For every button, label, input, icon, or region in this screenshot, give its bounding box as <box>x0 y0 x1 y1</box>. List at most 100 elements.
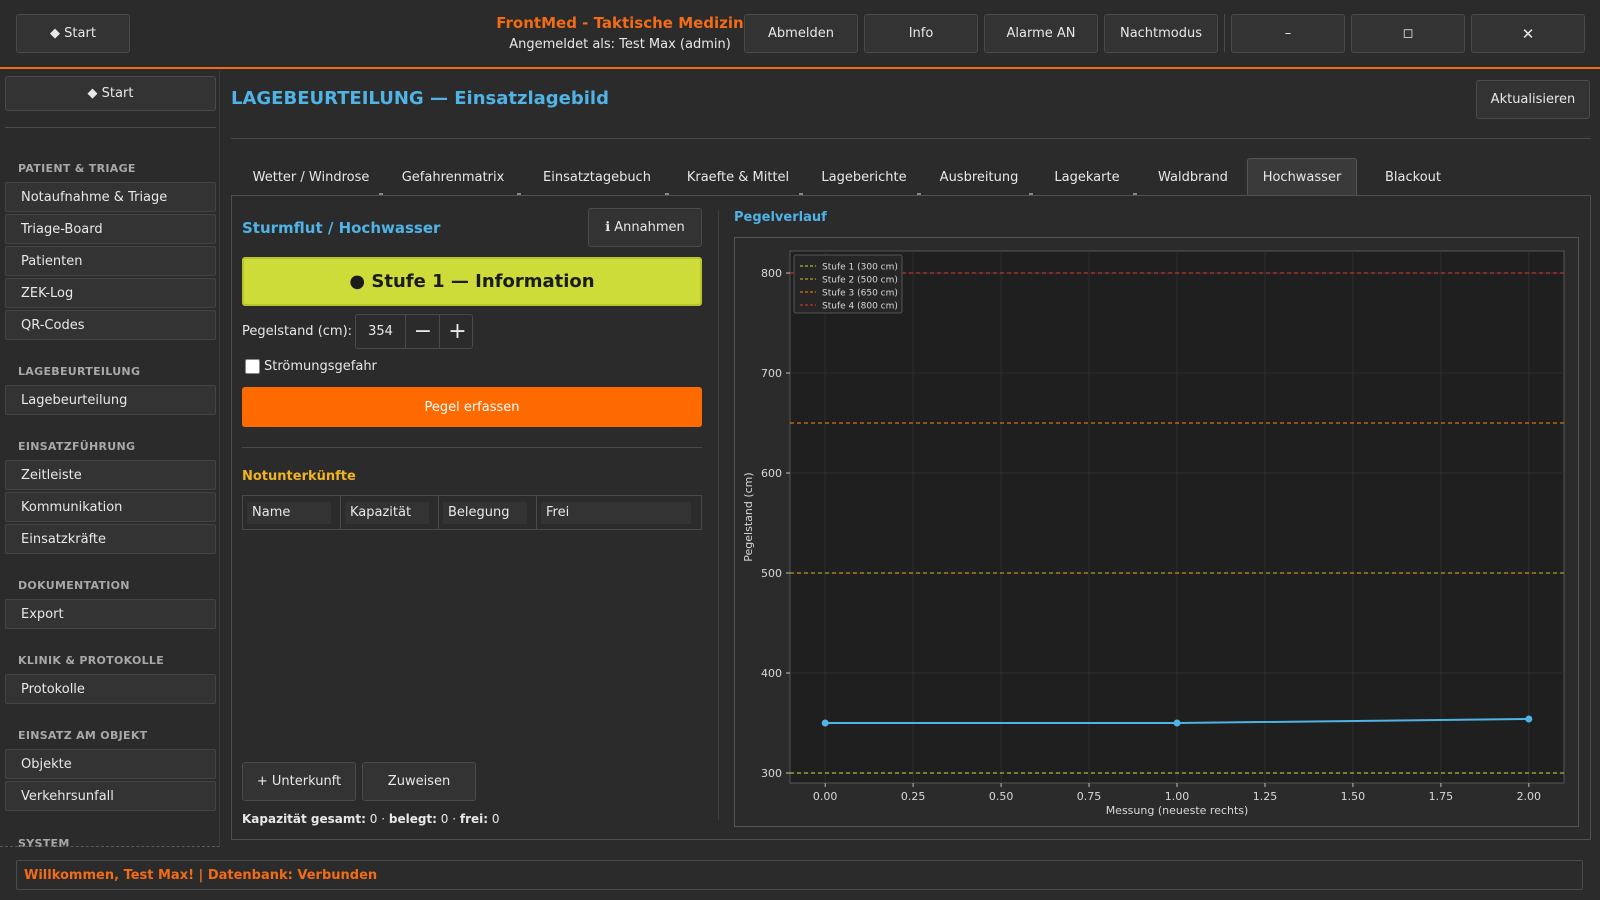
section-title-einsatz-objekt: EINSATZ AM OBJEKT <box>18 729 148 742</box>
tab-label: Lageberichte <box>821 169 907 185</box>
data-point <box>821 719 829 727</box>
tab-wetter[interactable]: Wetter / Windrose <box>241 158 383 196</box>
page-title: LAGEBEURTEILUNG — Einsatzlagebild <box>231 88 609 109</box>
y-axis-label: Pegelstand (cm) <box>742 472 755 561</box>
x-axis-label: Messung (neueste rechts) <box>1106 804 1249 817</box>
sidebar-item-export[interactable]: Export <box>5 599 216 629</box>
y-tick-label: 500 <box>761 567 782 580</box>
legend-entry: Stufe 2 (500 cm) <box>822 276 898 286</box>
plus-icon: + <box>448 319 467 344</box>
section-title-klinik-protokolle: KLINIK & PROTOKOLLE <box>18 654 165 667</box>
column-header-free[interactable]: Frei <box>537 496 701 529</box>
assign-button[interactable]: Zuweisen <box>362 762 476 801</box>
occupied-value: 0 <box>440 812 449 826</box>
column-header-occupancy[interactable]: Belegung <box>439 496 537 529</box>
sidebar-item-kommunikation[interactable]: Kommunikation <box>5 492 216 522</box>
minimize-button[interactable]: – <box>1231 14 1345 53</box>
sidebar-item-notaufnahme[interactable]: Notaufnahme & Triage <box>5 182 216 212</box>
tab-blackout[interactable]: Blackout <box>1363 158 1463 196</box>
section-title-patient-triage: PATIENT & TRIAGE <box>18 162 136 175</box>
tab-lageberichte[interactable]: Lageberichte <box>809 158 921 196</box>
gauge-value[interactable]: 354 <box>356 315 406 348</box>
x-tick-label: 0.00 <box>813 790 838 803</box>
data-point <box>1173 719 1181 727</box>
gauge-stepper[interactable]: 354 − + <box>355 314 473 349</box>
legend-entry: Stufe 1 (300 cm) <box>822 263 898 273</box>
maximize-button[interactable]: ◻ <box>1351 14 1465 53</box>
x-tick-label: 0.50 <box>989 790 1014 803</box>
gauge-label: Pegelstand (cm): <box>242 324 353 339</box>
y-tick-label: 700 <box>761 367 782 380</box>
y-tick-label: 400 <box>761 667 782 680</box>
status-message: Willkommen, Test Max! | Datenbank: Verbu… <box>24 868 378 883</box>
section-title-einsatzfuehrung: EINSATZFÜHRUNG <box>18 440 136 453</box>
sidebar-item-protokolle[interactable]: Protokolle <box>5 674 216 704</box>
sidebar-item-lagebeurteilung[interactable]: Lagebeurteilung <box>5 385 216 415</box>
logout-button[interactable]: Abmelden <box>744 14 858 53</box>
x-tick-label: 1.00 <box>1165 790 1190 803</box>
gauge-increment-button[interactable]: + <box>441 315 474 348</box>
sidebar-item-triage-board[interactable]: Triage-Board <box>5 214 216 244</box>
sidebar-item-zeitleiste[interactable]: Zeitleiste <box>5 460 216 490</box>
column-header-name[interactable]: Name <box>243 496 341 529</box>
sidebar-item-einsatzkraefte[interactable]: Einsatzkräfte <box>5 524 216 554</box>
topbar-separator <box>1224 14 1225 52</box>
x-tick-label: 1.75 <box>1429 790 1454 803</box>
tab-waldbrand[interactable]: Waldbrand <box>1143 158 1243 196</box>
refresh-button[interactable]: Aktualisieren <box>1476 80 1590 119</box>
shelters-table-header: Name Kapazität Belegung Frei <box>242 495 702 530</box>
current-danger-checkbox[interactable] <box>245 359 260 374</box>
tab-ausbreitung[interactable]: Ausbreitung <box>927 158 1033 196</box>
night-mode-button[interactable]: Nachtmodus <box>1104 14 1218 53</box>
y-tick-label: 800 <box>761 267 782 280</box>
sidebar-item-qr-codes[interactable]: QR-Codes <box>5 310 216 340</box>
alarms-button[interactable]: Alarme AN <box>984 14 1098 53</box>
sidebar-item-patienten[interactable]: Patienten <box>5 246 216 276</box>
sidebar-item-verkehrsunfall[interactable]: Verkehrsunfall <box>5 781 216 811</box>
tab-label: Einsatztagebuch <box>543 169 651 185</box>
flood-section-title: Sturmflut / Hochwasser <box>242 219 441 237</box>
column-label: Name <box>247 501 331 524</box>
x-tick-label: 2.00 <box>1517 790 1542 803</box>
column-label: Belegung <box>443 501 527 524</box>
tab-gefahrenmatrix[interactable]: Gefahrenmatrix <box>387 158 521 196</box>
minus-icon: − <box>413 319 433 344</box>
free-label: frei: <box>459 812 489 826</box>
tab-einsatztagebuch[interactable]: Einsatztagebuch <box>527 158 669 196</box>
capacity-total-label: Kapazität gesamt: <box>242 812 366 826</box>
occupied-label: belegt: <box>388 812 437 826</box>
add-shelter-button[interactable]: + Unterkunft <box>242 762 356 801</box>
tab-hochwasser[interactable]: Hochwasser <box>1247 158 1357 196</box>
shelters-title: Notunterkünfte <box>242 469 356 484</box>
sidebar-start-button[interactable]: ◆ Start <box>5 76 216 111</box>
tab-lagekarte[interactable]: Lagekarte <box>1039 158 1137 196</box>
section-title-lagebeurteilung: LAGEBEURTEILUNG <box>18 365 141 378</box>
tab-label: Hochwasser <box>1262 170 1342 185</box>
assumptions-button[interactable]: ℹ Annahmen <box>588 208 702 247</box>
tab-kraefte-mittel[interactable]: Kraefte & Mittel <box>675 158 803 196</box>
tab-label: Blackout <box>1385 169 1441 185</box>
flood-level-banner: ● Stufe 1 — Information <box>242 257 702 306</box>
header-divider <box>231 138 1591 139</box>
legend-entry: Stufe 3 (650 cm) <box>822 289 898 299</box>
sidebar-divider <box>5 127 216 128</box>
tab-label: Waldbrand <box>1158 169 1228 185</box>
tab-bar: Wetter / Windrose Gefahrenmatrix Einsatz… <box>231 158 1591 196</box>
sidebar-item-zek-log[interactable]: ZEK-Log <box>5 278 216 308</box>
panel-separator <box>718 210 719 820</box>
tab-label: Ausbreitung <box>939 169 1019 185</box>
legend-entry: Stufe 4 (800 cm) <box>822 302 898 312</box>
close-button[interactable]: ✕ <box>1471 14 1585 53</box>
info-button[interactable]: Info <box>864 14 978 53</box>
record-gauge-button[interactable]: Pegel erfassen <box>242 387 702 427</box>
column-header-capacity[interactable]: Kapazität <box>341 496 439 529</box>
gauge-decrement-button[interactable]: − <box>407 315 440 348</box>
start-button[interactable]: ◆ Start <box>16 14 130 53</box>
tab-label: Kraefte & Mittel <box>686 169 790 185</box>
current-danger-label[interactable]: Strömungsgefahr <box>264 359 377 374</box>
chart-title: Pegelverlauf <box>734 210 827 225</box>
capacity-summary: Kapazität gesamt: 0 · belegt: 0 · frei: … <box>242 812 500 826</box>
sidebar-item-objekte[interactable]: Objekte <box>5 749 216 779</box>
y-tick-label: 600 <box>761 467 782 480</box>
data-point <box>1525 715 1533 723</box>
